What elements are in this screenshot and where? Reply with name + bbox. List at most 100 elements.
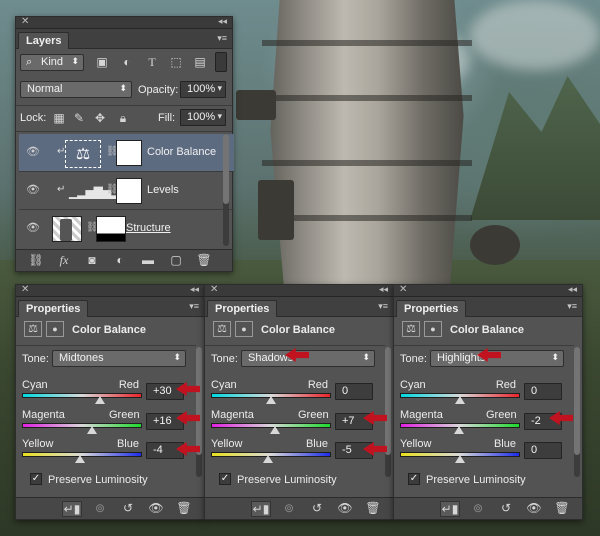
- slider-thumb[interactable]: [270, 426, 281, 434]
- slider-thumb[interactable]: [455, 396, 465, 404]
- view-previous-icon[interactable]: ⊚: [90, 501, 110, 515]
- panel-menu-icon[interactable]: ▾≡: [567, 301, 577, 312]
- trash-icon[interactable]: 🗑︎: [552, 501, 572, 515]
- preserve-luminosity-label: Preserve Luminosity: [237, 474, 337, 486]
- adjustment-filter-icon[interactable]: ◐: [119, 54, 135, 70]
- properties-scrollbar[interactable]: [196, 347, 202, 477]
- properties-bottom-bar: ↵▮ ⊚ ↺ 👁︎ 🗑︎: [394, 497, 582, 519]
- link-layers-icon[interactable]: ⛓: [26, 253, 46, 267]
- preserve-luminosity-checkbox[interactable]: ✓: [219, 473, 231, 485]
- panel-menu-icon[interactable]: ▾≡: [189, 301, 199, 312]
- mask-icon[interactable]: ●: [46, 321, 64, 337]
- reset-icon[interactable]: ↺: [307, 501, 327, 515]
- eye-icon[interactable]: 👁︎: [26, 221, 42, 235]
- slider-right-label: Red: [307, 379, 328, 391]
- adjustment-title: Color Balance: [261, 324, 335, 336]
- lock-all-icon[interactable]: 🔒︎: [116, 110, 130, 126]
- tab-properties[interactable]: Properties: [207, 300, 278, 317]
- new-group-icon[interactable]: ▬: [138, 253, 158, 267]
- lock-pixels-icon[interactable]: ✎: [72, 110, 86, 126]
- new-layer-icon[interactable]: ▢: [166, 253, 186, 267]
- fx-icon[interactable]: fx: [54, 253, 74, 268]
- slider-value-field[interactable]: -4: [146, 442, 184, 459]
- slider-value: 0: [531, 444, 538, 456]
- collapse-icon[interactable]: ◂◂: [379, 284, 388, 295]
- shape-filter-icon[interactable]: ⬚: [168, 54, 184, 70]
- collapse-icon[interactable]: ◂◂: [190, 284, 199, 295]
- pixel-filter-icon[interactable]: ▣: [94, 54, 110, 70]
- blend-mode-label: Normal: [27, 83, 63, 95]
- lock-transparency-icon[interactable]: ▦: [52, 110, 66, 126]
- panel-menu-icon[interactable]: ▾≡: [378, 301, 388, 312]
- tone-value: Shadows: [248, 352, 294, 364]
- color-slider-track[interactable]: [22, 393, 142, 398]
- view-previous-icon[interactable]: ⊚: [468, 501, 488, 515]
- type-filter-icon[interactable]: T: [144, 54, 160, 70]
- add-mask-icon[interactable]: ◙: [82, 253, 102, 267]
- filter-kind-dropdown[interactable]: ⌕ Kind ⬍: [20, 54, 84, 71]
- slider-left-label: Yellow: [400, 438, 432, 450]
- view-previous-icon[interactable]: ⊚: [279, 501, 299, 515]
- trash-icon[interactable]: 🗑︎: [194, 253, 214, 267]
- tab-layers[interactable]: Layers: [18, 32, 70, 49]
- properties-scrollbar[interactable]: [385, 347, 391, 477]
- slider-thumb[interactable]: [263, 455, 273, 463]
- tone-label: Tone:: [22, 353, 49, 365]
- slider-thumb[interactable]: [453, 426, 464, 434]
- layer-row-levels[interactable]: 👁︎ ↵ ▁▂▅▇▅▂ ⛓ Levels: [19, 172, 234, 210]
- slider-thumb[interactable]: [86, 426, 97, 434]
- tone-dropdown[interactable]: Midtones ⬍: [52, 350, 186, 367]
- fill-field[interactable]: 100% ▾: [180, 109, 226, 126]
- slider-value-field[interactable]: 0: [335, 383, 373, 400]
- properties-scrollbar[interactable]: [574, 347, 580, 477]
- eye-icon[interactable]: 👁︎: [335, 501, 355, 515]
- collapse-icon[interactable]: ◂◂: [568, 284, 577, 295]
- reset-icon[interactable]: ↺: [496, 501, 516, 515]
- slider-value-field[interactable]: +16: [146, 413, 184, 430]
- slider-value: 0: [531, 385, 538, 397]
- slider-thumb[interactable]: [266, 396, 276, 404]
- layer-row-structure[interactable]: 👁︎ ⛓ Structure: [19, 210, 234, 248]
- adjustment-title: Color Balance: [450, 324, 524, 336]
- color-slider-track[interactable]: [22, 423, 142, 428]
- collapse-icon[interactable]: ◂◂: [218, 16, 227, 27]
- slider-thumb[interactable]: [95, 396, 105, 404]
- eye-icon[interactable]: 👁︎: [524, 501, 544, 515]
- filter-toggle-icon[interactable]: [215, 52, 227, 72]
- trash-icon[interactable]: 🗑︎: [363, 501, 383, 515]
- mask-icon[interactable]: ●: [235, 321, 253, 337]
- slider-thumb[interactable]: [74, 455, 85, 463]
- slider-value-field[interactable]: 0: [524, 442, 562, 459]
- mask-icon[interactable]: ●: [424, 321, 442, 337]
- clip-to-layer-icon[interactable]: ↵▮: [62, 501, 82, 517]
- new-adjustment-icon[interactable]: ◐: [110, 253, 130, 267]
- close-icon[interactable]: ✕: [210, 284, 218, 295]
- preserve-luminosity-checkbox[interactable]: ✓: [408, 473, 420, 485]
- chevron-down-icon: ▾: [217, 83, 222, 93]
- panel-menu-icon[interactable]: ▾≡: [217, 33, 227, 44]
- opacity-field[interactable]: 100% ▾: [180, 81, 226, 98]
- eye-icon[interactable]: 👁︎: [146, 501, 166, 515]
- slider-right-label: Green: [109, 409, 140, 421]
- clip-to-layer-icon[interactable]: ↵▮: [251, 501, 271, 517]
- layers-scrollbar[interactable]: [223, 134, 229, 246]
- trash-icon[interactable]: 🗑︎: [174, 501, 194, 515]
- slider-value-field[interactable]: +30: [146, 383, 184, 400]
- slider-thumb[interactable]: [455, 455, 465, 463]
- blend-mode-dropdown[interactable]: Normal ⬍: [20, 81, 132, 98]
- tab-properties[interactable]: Properties: [396, 300, 467, 317]
- eye-icon[interactable]: 👁︎: [26, 183, 42, 197]
- close-icon[interactable]: ✕: [21, 284, 29, 295]
- close-icon[interactable]: ✕: [21, 16, 29, 27]
- reset-icon[interactable]: ↺: [118, 501, 138, 515]
- preserve-luminosity-checkbox[interactable]: ✓: [30, 473, 42, 485]
- layer-row-color-balance[interactable]: 👁︎ ↵ ⚖ ⛓ Color Balance: [19, 134, 234, 172]
- slider-right-label: Green: [486, 409, 517, 421]
- eye-icon[interactable]: 👁︎: [26, 145, 42, 159]
- lock-position-icon[interactable]: ✥: [93, 110, 107, 126]
- tab-properties[interactable]: Properties: [18, 300, 89, 317]
- close-icon[interactable]: ✕: [399, 284, 407, 295]
- smart-object-filter-icon[interactable]: ▤: [192, 54, 208, 70]
- clip-to-layer-icon[interactable]: ↵▮: [440, 501, 460, 517]
- slider-value-field[interactable]: 0: [524, 383, 562, 400]
